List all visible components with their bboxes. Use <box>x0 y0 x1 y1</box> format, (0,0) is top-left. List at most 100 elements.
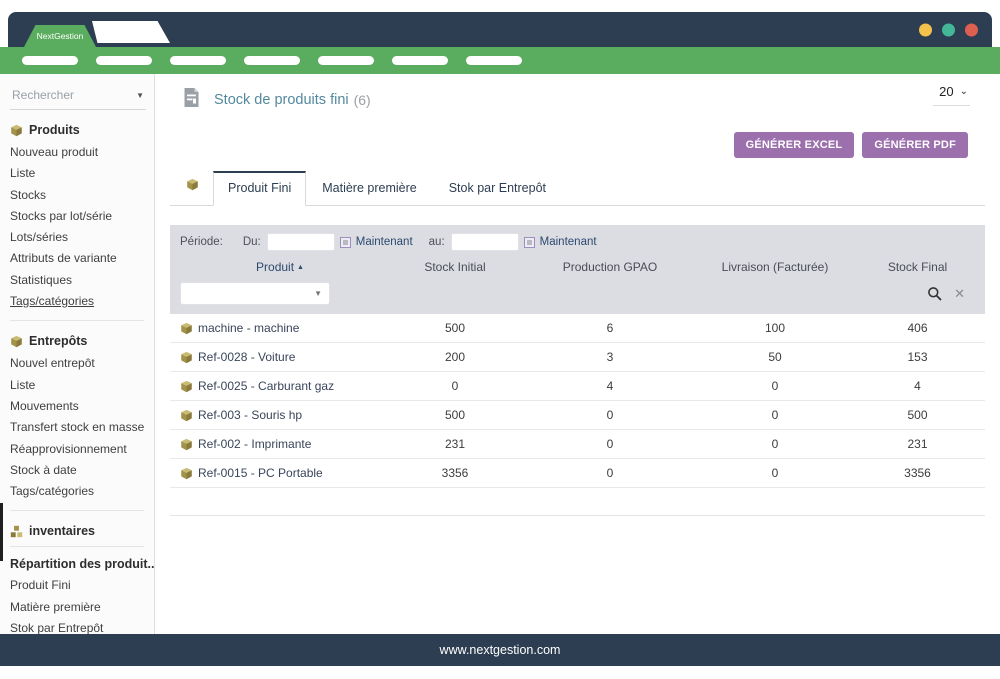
clear-filter-button[interactable]: ✕ <box>954 286 965 302</box>
secondary-tab[interactable] <box>92 21 170 43</box>
sidebar-divider <box>10 510 144 511</box>
sidebar-section-title: inventaires <box>29 524 95 538</box>
window-titlebar: NextGestion <box>8 12 992 47</box>
product-cell-link[interactable]: Ref-003 - Souris hp <box>170 408 390 422</box>
export-actions: GÉNÉRER EXCEL GÉNÉRER PDF <box>170 132 985 158</box>
table-footer-divider <box>170 515 985 516</box>
tab-matiere-premiere[interactable]: Matière première <box>306 171 432 205</box>
product-name: Ref-0028 - Voiture <box>198 350 295 364</box>
column-header-stock-initial[interactable]: Stock Initial <box>390 254 520 279</box>
livraison-cell: 0 <box>700 437 850 451</box>
sidebar-item-statistiques[interactable]: Statistiques <box>10 270 154 291</box>
package-icon <box>180 351 193 364</box>
production-gpao-cell: 0 <box>520 408 700 422</box>
sidebar-item-mouvements[interactable]: Mouvements <box>10 396 154 417</box>
tab-produit-fini[interactable]: Produit Fini <box>213 171 306 206</box>
search-icon <box>927 286 943 302</box>
period-from-input[interactable] <box>267 233 335 251</box>
column-header-stock-final[interactable]: Stock Final <box>850 254 985 279</box>
tab-stok-par-entrepot[interactable]: Stok par Entrepôt <box>433 171 562 205</box>
record-count: (6) <box>354 92 371 108</box>
table-header-row: Produit▲Stock InitialProduction GPAOLivr… <box>170 254 985 279</box>
sidebar-item-lots-series[interactable]: Lots/séries <box>10 227 154 248</box>
product-filter-select[interactable]: ▼ <box>180 282 330 305</box>
livraison-cell: 100 <box>700 321 850 335</box>
production-gpao-cell: 0 <box>520 437 700 451</box>
package-icon <box>180 409 193 422</box>
window-dot-teal[interactable] <box>942 23 955 36</box>
package-icon <box>10 124 23 137</box>
nav-pill-7[interactable] <box>466 56 522 65</box>
column-header-production-gpao[interactable]: Production GPAO <box>520 254 700 279</box>
window-dot-yellow[interactable] <box>919 23 932 36</box>
column-header-produit[interactable]: Produit▲ <box>170 254 390 279</box>
sidebar-item-stock-a-date[interactable]: Stock à date <box>10 460 154 481</box>
search-button[interactable] <box>927 286 943 302</box>
period-from-now-link[interactable]: Maintenant <box>356 236 413 248</box>
main-navbar <box>0 47 1000 74</box>
nav-pill-1[interactable] <box>22 56 78 65</box>
period-from-label: Du: <box>243 236 261 248</box>
stock-final-cell: 406 <box>850 321 985 335</box>
table-row: Ref-003 - Souris hp50000500 <box>170 401 985 430</box>
close-icon: ✕ <box>954 286 965 302</box>
sidebar-item-transfert-stock-en-masse[interactable]: Transfert stock en masse <box>10 417 154 438</box>
product-cell-link[interactable]: Ref-002 - Imprimante <box>170 437 390 451</box>
nav-pill-3[interactable] <box>170 56 226 65</box>
sidebar-item-reapprovisionnement[interactable]: Réapprovisionnement <box>10 439 154 460</box>
sidebar-item-nouveau-produit[interactable]: Nouveau produit <box>10 142 154 163</box>
stock-initial-cell: 500 <box>390 321 520 335</box>
product-cell-link[interactable]: Ref-0028 - Voiture <box>170 350 390 364</box>
period-to-label: au: <box>429 236 445 248</box>
period-to-now-link[interactable]: Maintenant <box>540 236 597 248</box>
sidebar-item-produit-fini[interactable]: Produit Fini <box>10 575 154 596</box>
table-row: machine - machine5006100406 <box>170 314 985 343</box>
sidebar-item-attributs-de-variante[interactable]: Attributs de variante <box>10 248 154 269</box>
tabs-row: Produit FiniMatière premièreStok par Ent… <box>170 170 985 206</box>
period-to-input[interactable] <box>451 233 519 251</box>
calendar-icon[interactable] <box>340 237 351 248</box>
sidebar-item-tags-categories[interactable]: Tags/catégories <box>10 291 154 312</box>
product-name: Ref-002 - Imprimante <box>198 437 311 451</box>
livraison-cell: 0 <box>700 408 850 422</box>
inventory-icon <box>10 525 23 538</box>
sidebar-section-produits: Produits <box>10 123 154 137</box>
product-name: machine - machine <box>198 321 299 335</box>
stock-table-body: machine - machine5006100406Ref-0028 - Vo… <box>170 314 985 488</box>
nav-pill-5[interactable] <box>318 56 374 65</box>
generate-pdf-button[interactable]: GÉNÉRER PDF <box>862 132 968 158</box>
page-size-select[interactable]: 20 ⌄ <box>933 84 970 106</box>
nav-pill-4[interactable] <box>244 56 300 65</box>
sidebar-item-liste[interactable]: Liste <box>10 163 154 184</box>
stock-initial-cell: 0 <box>390 379 520 393</box>
sidebar-item-stocks[interactable]: Stocks <box>10 185 154 206</box>
calendar-icon[interactable] <box>524 237 535 248</box>
page-title: Stock de produits fini <box>214 92 349 108</box>
sidebar-item-nouvel-entrepot[interactable]: Nouvel entrepôt <box>10 353 154 374</box>
product-name: Ref-0025 - Carburant gaz <box>198 379 334 393</box>
sidebar-item-stocks-par-lot-serie[interactable]: Stocks par lot/série <box>10 206 154 227</box>
generate-excel-button[interactable]: GÉNÉRER EXCEL <box>734 132 855 158</box>
stock-initial-cell: 500 <box>390 408 520 422</box>
sidebar-item-liste[interactable]: Liste <box>10 375 154 396</box>
product-cell-link[interactable]: Ref-0025 - Carburant gaz <box>170 379 390 393</box>
product-name: Ref-0015 - PC Portable <box>198 466 323 480</box>
sidebar: Rechercher ▼ ProduitsNouveau produitList… <box>0 74 155 634</box>
sidebar-scrollbar[interactable] <box>0 503 3 561</box>
nav-pill-2[interactable] <box>96 56 152 65</box>
sidebar-item-matiere-premiere[interactable]: Matière première <box>10 597 154 618</box>
sidebar-section-inventaires: inventaires <box>10 524 154 538</box>
product-cell-link[interactable]: machine - machine <box>170 321 390 335</box>
window-dot-red[interactable] <box>965 23 978 36</box>
sidebar-item-tags-categories[interactable]: Tags/catégories <box>10 481 154 502</box>
sidebar-divider <box>10 546 144 547</box>
brand-tab[interactable]: NextGestion <box>24 25 96 47</box>
column-header-livraison-facturee[interactable]: Livraison (Facturée) <box>700 254 850 279</box>
table-row: Ref-002 - Imprimante23100231 <box>170 430 985 459</box>
sidebar-search-select[interactable]: Rechercher ▼ <box>10 86 146 110</box>
footer-url[interactable]: www.nextgestion.com <box>440 643 561 657</box>
product-cell-link[interactable]: Ref-0015 - PC Portable <box>170 466 390 480</box>
chevron-down-icon: ⌄ <box>960 86 968 97</box>
product-name: Ref-003 - Souris hp <box>198 408 302 422</box>
nav-pill-6[interactable] <box>392 56 448 65</box>
